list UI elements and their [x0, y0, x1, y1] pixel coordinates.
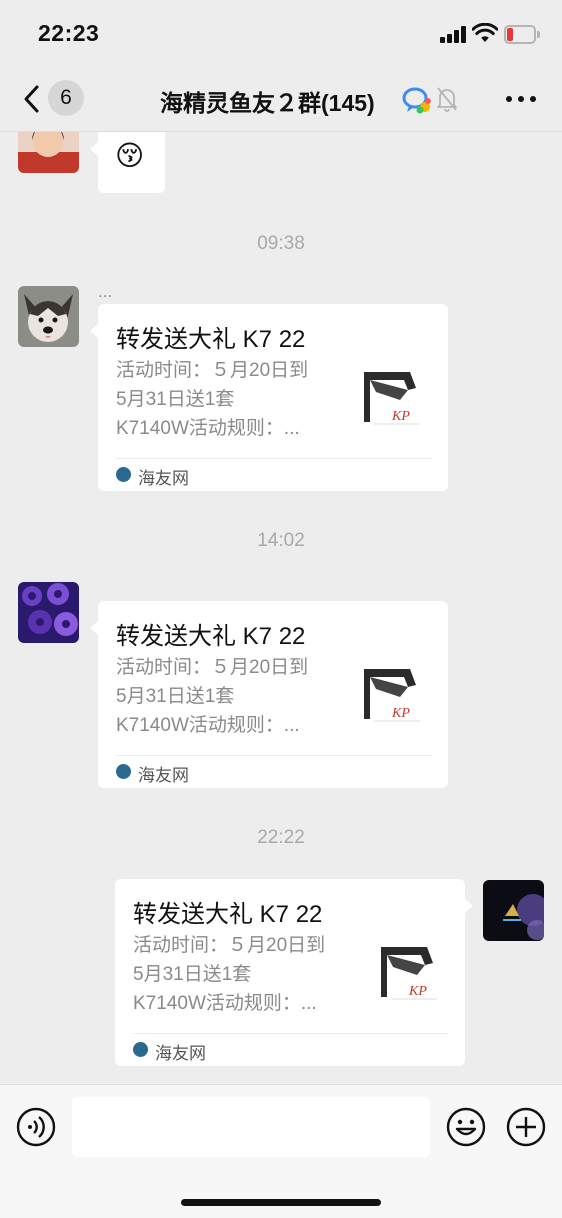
- link-card[interactable]: 转发送大礼 K7 22 活动时间：５月20日到 5月31日送1套 K7140W活…: [90, 601, 448, 788]
- cellular-signal-icon: [440, 26, 466, 43]
- source-name: 海友网: [138, 766, 189, 785]
- card-thumbnail: KP: [364, 372, 420, 425]
- source-name: 海友网: [138, 469, 189, 488]
- message-input[interactable]: [72, 1097, 430, 1157]
- card-thumbnail: KP: [381, 947, 437, 1000]
- thumbnail-logo-text: KP: [391, 706, 410, 721]
- back-arrow-icon[interactable]: [22, 84, 42, 114]
- message-bubble[interactable]: 😚: [90, 132, 165, 193]
- battery-icon: [504, 25, 540, 44]
- card-thumbnail: KP: [364, 669, 420, 722]
- timestamp: 09:38: [257, 233, 305, 254]
- home-indicator[interactable]: [181, 1199, 381, 1206]
- message-list: 😚 09:38 ... 转发送大礼 K7 22 活动时间：５月20日到 5月31…: [0, 132, 562, 1084]
- mute-notifications-icon: [437, 87, 457, 112]
- source-name: 海友网: [155, 1044, 206, 1063]
- card-description: 活动时间：５月20日到 5月31日送1套 K7140W活动规则：...: [116, 657, 309, 736]
- thumbnail-logo-text: KP: [408, 984, 427, 999]
- wifi-icon: [472, 23, 498, 42]
- voice-input-icon[interactable]: [16, 1107, 56, 1147]
- chat-title: 海精灵鱼友２群(145): [160, 90, 375, 116]
- source-logo-icon: [116, 467, 131, 482]
- link-card[interactable]: 转发送大礼 K7 22 活动时间：５月20日到 5月31日送1套 K7140W活…: [115, 879, 473, 1066]
- more-options-icon[interactable]: [506, 96, 536, 104]
- link-card[interactable]: 转发送大礼 K7 22 活动时间：５月20日到 5月31日送1套 K7140W活…: [90, 304, 448, 491]
- source-logo-icon: [116, 764, 131, 779]
- status-time: 22:23: [38, 20, 100, 46]
- status-bar: 22:23: [0, 0, 562, 66]
- timestamp: 22:22: [257, 827, 305, 848]
- unread-count-badge[interactable]: 6: [48, 80, 84, 116]
- avatar[interactable]: [18, 286, 79, 347]
- plus-icon[interactable]: [506, 1107, 546, 1147]
- input-bar: [0, 1084, 562, 1218]
- thumbnail-logo-text: KP: [391, 409, 410, 424]
- emoji-content: 😚: [115, 140, 145, 171]
- emoji-icon[interactable]: [446, 1107, 486, 1147]
- source-logo-icon: [133, 1042, 148, 1057]
- sender-name: ...: [98, 282, 113, 301]
- group-chat-icon: [402, 87, 431, 114]
- timestamp: 14:02: [257, 530, 305, 551]
- card-title: 转发送大礼 K7 22: [133, 901, 323, 928]
- chat-header: 6 海精灵鱼友２群(145): [0, 66, 562, 132]
- card-title: 转发送大礼 K7 22: [116, 623, 306, 650]
- card-title: 转发送大礼 K7 22: [116, 326, 306, 353]
- card-description: 活动时间：５月20日到 5月31日送1套 K7140W活动规则：...: [116, 360, 309, 439]
- avatar[interactable]: [18, 582, 79, 643]
- my-avatar[interactable]: [483, 880, 544, 941]
- avatar[interactable]: [18, 132, 79, 173]
- card-description: 活动时间：５月20日到 5月31日送1套 K7140W活动规则：...: [133, 935, 326, 1014]
